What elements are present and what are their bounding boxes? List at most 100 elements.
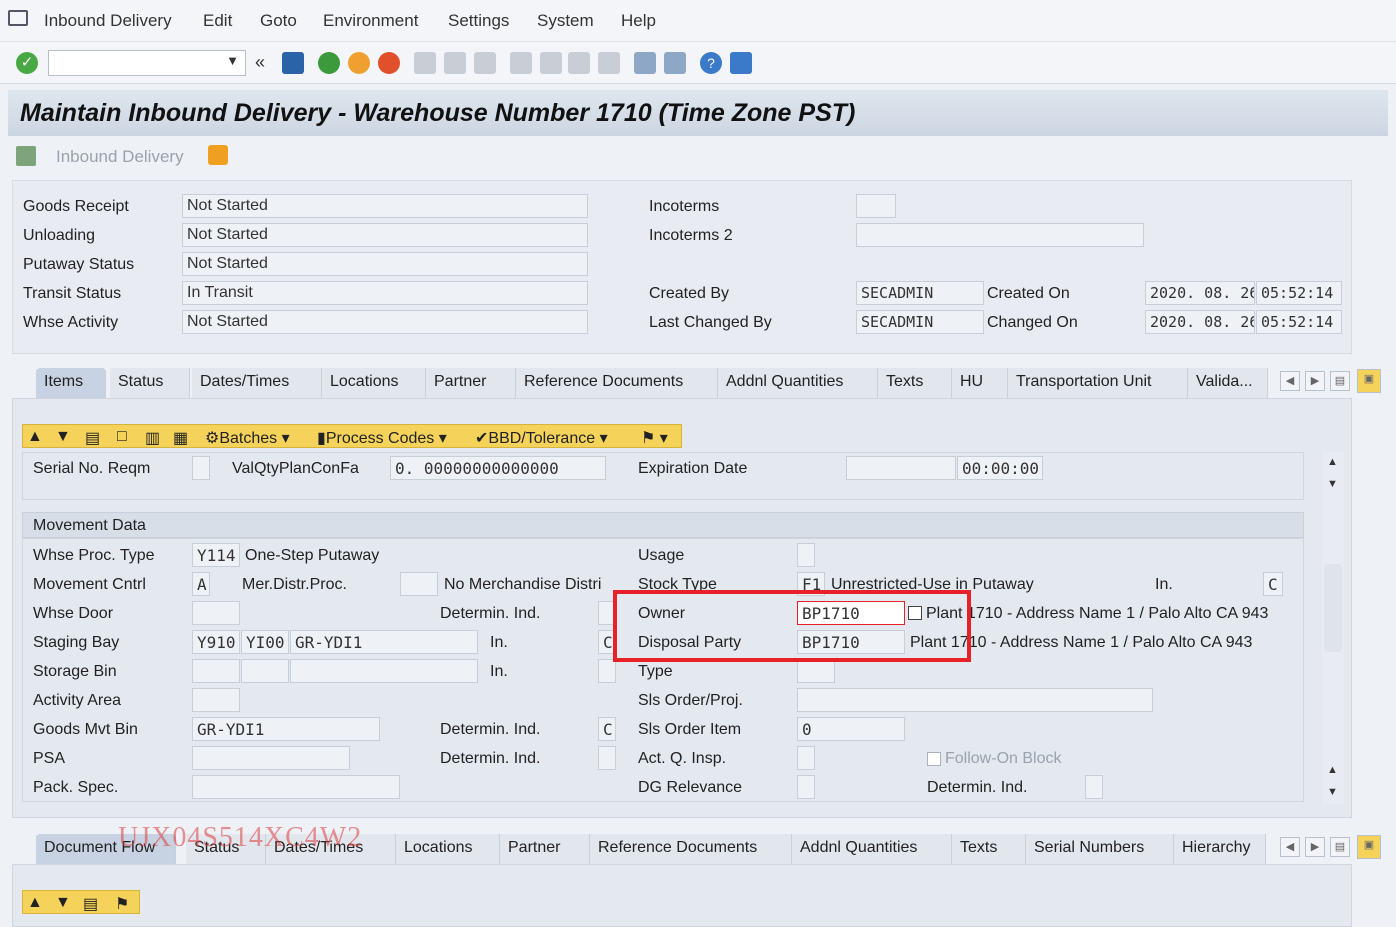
previous-page-icon[interactable] (540, 52, 562, 74)
cancel-icon[interactable] (378, 52, 400, 74)
tab-doc-partner[interactable]: Partner (500, 834, 590, 864)
scroll-down-icon-2[interactable]: ▼ (1327, 786, 1338, 798)
help-icon[interactable]: ? (700, 52, 722, 74)
arrow-down-icon[interactable]: ▼ (55, 428, 71, 446)
flag-icon[interactable]: ⚑ ▾ (641, 428, 668, 447)
sls-order-proj-field[interactable] (797, 688, 1153, 712)
tab-doc-texts[interactable]: Texts (952, 834, 1026, 864)
whse-door-field[interactable] (192, 601, 240, 625)
staging-bay-field-1[interactable]: Y910 (192, 630, 240, 654)
first-page-icon[interactable] (510, 52, 532, 74)
collapse-icon[interactable]: « (255, 52, 265, 73)
vertical-scrollbar[interactable]: ▲ ▼ ▲ ▼ (1322, 452, 1344, 804)
determin-ind-field[interactable] (1085, 775, 1103, 799)
menu-inbound-delivery[interactable]: Inbound Delivery (44, 11, 172, 31)
incoterms-field[interactable] (856, 194, 896, 218)
storage-bin-field-3[interactable] (290, 659, 478, 683)
tab-dates-times[interactable]: Dates/Times (192, 368, 322, 398)
tab-doc-reference-documents[interactable]: Reference Documents (590, 834, 792, 864)
tab-list-icon[interactable]: ▤ (1330, 371, 1350, 391)
delete-icon[interactable]: ▥ (145, 428, 160, 447)
last-page-icon[interactable] (598, 52, 620, 74)
psa-field[interactable] (192, 746, 350, 770)
doc-tab-scroll-left-icon[interactable]: ◀ (1280, 837, 1300, 857)
tab-partner[interactable]: Partner (426, 368, 516, 398)
shortcut-icon[interactable] (664, 52, 686, 74)
activity-area-field[interactable] (192, 688, 240, 712)
enter-check-icon[interactable]: ✓ (16, 52, 38, 74)
tab-doc-locations[interactable]: Locations (396, 834, 500, 864)
command-field[interactable]: ▼ (48, 50, 246, 76)
doc-detail-icon[interactable]: ▤ (83, 894, 98, 913)
menu-settings[interactable]: Settings (448, 11, 509, 31)
sls-order-item-field[interactable]: 0 (797, 717, 905, 741)
split-icon[interactable]: ▦ (173, 428, 188, 447)
tab-reference-documents[interactable]: Reference Documents (516, 368, 718, 398)
serial-no-reqm-field[interactable] (192, 456, 210, 480)
menu-system[interactable]: System (537, 11, 594, 31)
display-change-icon[interactable] (16, 146, 36, 166)
type-field[interactable] (797, 659, 835, 683)
storage-bin-field-1[interactable] (192, 659, 240, 683)
storage-bin-in-field[interactable] (598, 659, 616, 683)
new-session-icon[interactable] (634, 52, 656, 74)
menu-environment[interactable]: Environment (323, 11, 418, 31)
batches-button[interactable]: ⚙Batches ▾ (205, 428, 290, 447)
back-icon[interactable] (318, 52, 340, 74)
inbound-delivery-link[interactable]: Inbound Delivery (56, 147, 184, 167)
tab-settings-icon[interactable]: ▣ (1357, 369, 1381, 393)
expiration-date-field[interactable] (846, 456, 956, 480)
incoterms2-field[interactable] (856, 223, 1144, 247)
movement-cntrl-field[interactable]: A (192, 572, 210, 596)
process-codes-button[interactable]: ▮Process Codes ▾ (317, 428, 447, 447)
tab-addnl-quantities[interactable]: Addnl Quantities (718, 368, 878, 398)
print-icon[interactable] (414, 52, 436, 74)
menu-goto[interactable]: Goto (260, 11, 297, 31)
act-q-insp-field[interactable] (797, 746, 815, 770)
scroll-up-icon[interactable]: ▲ (1327, 456, 1338, 468)
stock-type-in-field[interactable]: C (1263, 572, 1283, 596)
tab-scroll-right-icon[interactable]: ▶ (1305, 371, 1325, 391)
follow-on-block-checkbox[interactable]: Follow-On Block (927, 750, 1061, 768)
dg-relevance-field[interactable] (797, 775, 815, 799)
goods-mvt-determ-field[interactable]: C (598, 717, 616, 741)
tab-doc-addnl-quantities[interactable]: Addnl Quantities (792, 834, 952, 864)
menu-icon[interactable] (8, 10, 28, 26)
expiration-time-field[interactable]: 00:00:00 (957, 456, 1043, 480)
menu-help[interactable]: Help (621, 11, 656, 31)
find-next-icon[interactable] (474, 52, 496, 74)
create-item-icon[interactable]: □ (117, 428, 127, 446)
usage-field[interactable] (797, 543, 815, 567)
tab-transportation-unit[interactable]: Transportation Unit (1008, 368, 1188, 398)
goods-mvt-bin-field[interactable]: GR-YDI1 (192, 717, 380, 741)
exit-icon[interactable] (348, 52, 370, 74)
tab-locations[interactable]: Locations (322, 368, 426, 398)
doc-tab-scroll-right-icon[interactable]: ▶ (1305, 837, 1325, 857)
save-icon[interactable] (282, 52, 304, 74)
find-icon[interactable] (444, 52, 466, 74)
valqty-field[interactable]: 0. 00000000000000 (390, 456, 606, 480)
doc-arrow-up-icon[interactable]: ▲ (27, 894, 43, 912)
scroll-down-icon[interactable]: ▼ (1327, 478, 1338, 490)
whse-proc-type-field[interactable]: Y114 (192, 543, 240, 567)
tab-scroll-left-icon[interactable]: ◀ (1280, 371, 1300, 391)
tab-hu[interactable]: HU (952, 368, 1008, 398)
doc-tab-settings-icon[interactable]: ▣ (1357, 835, 1381, 859)
mer-distr-proc-field[interactable] (400, 572, 438, 596)
staging-bay-field-2[interactable]: YI00 (241, 630, 289, 654)
chevron-down-icon[interactable]: ▼ (226, 53, 239, 68)
psa-determ-field[interactable] (598, 746, 616, 770)
tab-items[interactable]: Items (36, 368, 106, 398)
scroll-thumb[interactable] (1324, 564, 1342, 652)
storage-bin-field-2[interactable] (241, 659, 289, 683)
detail-icon[interactable]: ▤ (85, 428, 100, 447)
tab-hierarchy[interactable]: Hierarchy (1174, 834, 1266, 864)
doc-arrow-down-icon[interactable]: ▼ (55, 894, 71, 912)
next-page-icon[interactable] (568, 52, 590, 74)
customize-layout-icon[interactable] (730, 52, 752, 74)
tab-serial-numbers[interactable]: Serial Numbers (1026, 834, 1174, 864)
arrow-up-icon[interactable]: ▲ (27, 428, 43, 446)
tab-status[interactable]: Status (110, 368, 190, 398)
tab-texts[interactable]: Texts (878, 368, 952, 398)
scroll-up-icon-2[interactable]: ▲ (1327, 764, 1338, 776)
